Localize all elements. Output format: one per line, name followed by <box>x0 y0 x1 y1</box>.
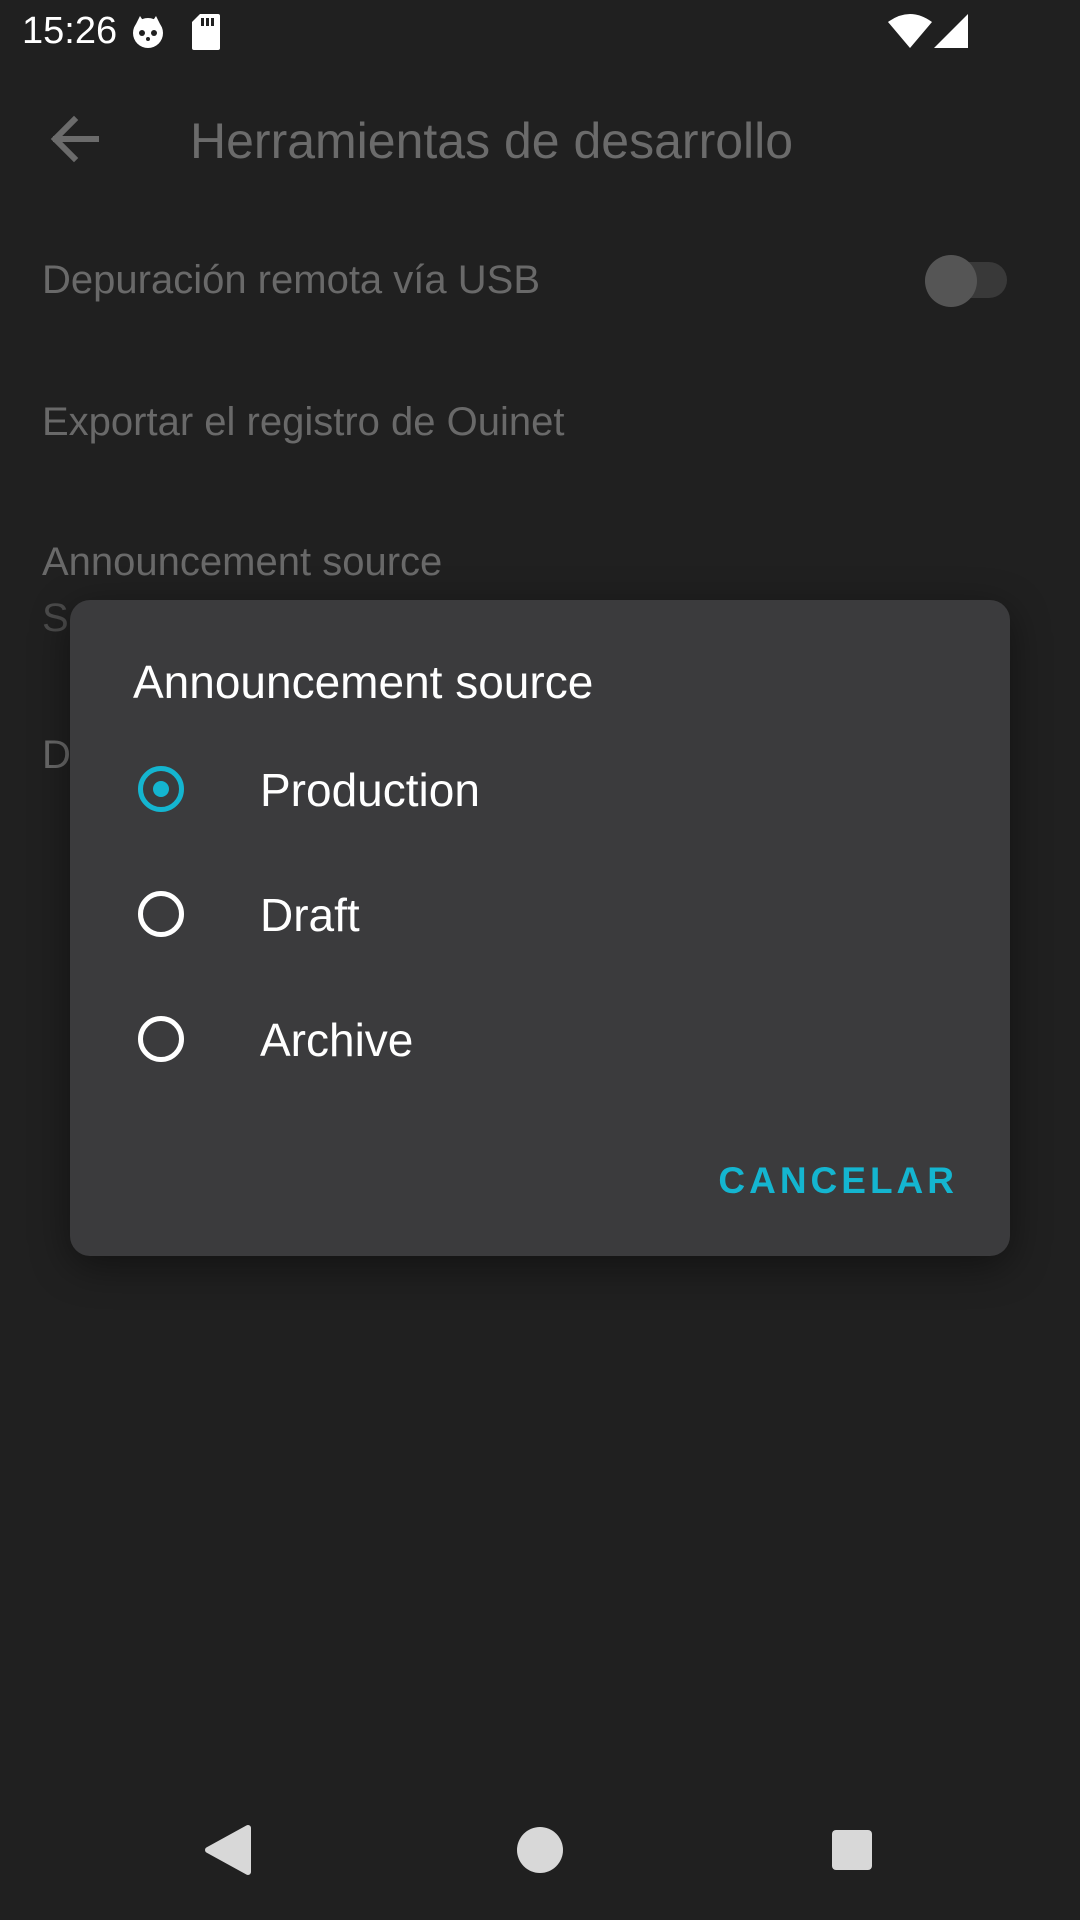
page-title: Herramientas de desarrollo <box>190 113 794 169</box>
setting-usb-debugging[interactable]: Depuración remota vía USB <box>42 258 540 303</box>
option-label: Draft <box>260 889 360 941</box>
option-draft[interactable]: Draft <box>70 858 1010 978</box>
status-time: 15:26 <box>22 10 118 52</box>
arrow-back-icon <box>50 115 99 163</box>
dialog-title: Announcement source <box>133 656 594 708</box>
radio-button-checked[interactable] <box>138 766 184 812</box>
sd-card-icon <box>192 14 220 55</box>
nav-back-button[interactable] <box>188 1810 268 1890</box>
back-button[interactable] <box>42 106 108 172</box>
setting-export-log[interactable]: Exportar el registro de Ouinet <box>42 400 564 445</box>
radio-button[interactable] <box>138 1016 184 1062</box>
radio-dot <box>153 781 169 797</box>
navigation-bar <box>0 1780 1080 1920</box>
option-label: Archive <box>260 1014 414 1066</box>
status-bar: 15:26 <box>0 0 1080 64</box>
setting-announcement-source[interactable]: Announcement source <box>42 540 442 585</box>
setting-fourth-item[interactable]: D <box>42 733 71 778</box>
nav-recents-button[interactable] <box>812 1810 892 1890</box>
announcement-source-dialog: Announcement source Production Draft Arc… <box>70 600 1010 1256</box>
nav-home-icon <box>517 1827 563 1873</box>
cancel-button[interactable]: CANCELAR <box>718 1160 958 1202</box>
cell-signal-icon <box>934 14 968 53</box>
nav-recents-icon <box>832 1830 872 1870</box>
option-archive[interactable]: Archive <box>70 983 1010 1103</box>
app-bar: Herramientas de desarrollo <box>0 64 1080 214</box>
toggle-thumb <box>925 255 977 307</box>
option-label: Production <box>260 764 480 816</box>
wifi-icon <box>888 14 932 53</box>
cat-notification-icon <box>130 14 166 55</box>
radio-button[interactable] <box>138 891 184 937</box>
option-production[interactable]: Production <box>70 733 1010 853</box>
nav-back-icon <box>205 1825 251 1875</box>
nav-home-button[interactable] <box>500 1810 580 1890</box>
